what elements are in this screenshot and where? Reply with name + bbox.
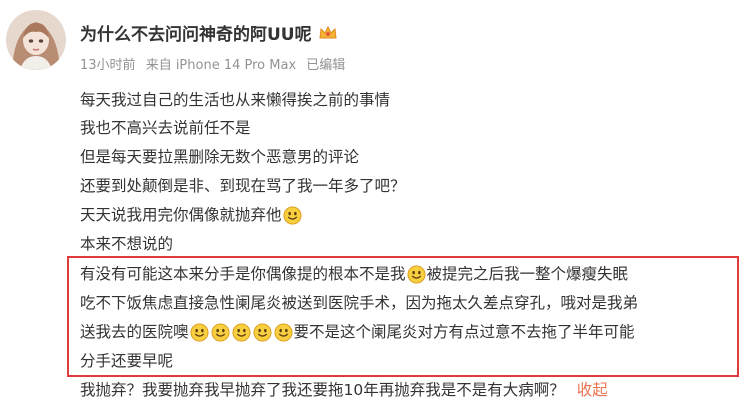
post-meta: 13小时前 来自 iPhone 14 Pro Max 已编辑: [80, 54, 351, 73]
username[interactable]: 为什么不去问问神奇的阿UU呢: [80, 20, 338, 45]
post-source: 来自 iPhone 14 Pro Max: [145, 58, 297, 73]
post-line: 我也不高兴去说前任不是: [80, 115, 251, 141]
post-text: 每天我过自己的生活也从来懒得挨之前的事情: [80, 91, 391, 109]
highlight-box: [67, 256, 739, 377]
avatar[interactable]: [6, 10, 66, 70]
post-text: 但是每天要拉黑删除无数个恶意男的评论: [80, 148, 360, 166]
post-text: 还要到处颠倒是非、到现在骂了我一年多了吧？: [80, 177, 406, 195]
post-text: 我也不高兴去说前任不是: [80, 119, 251, 137]
post-line: 本来不想说的: [80, 231, 173, 257]
post-text: 天天说我用完你偶像就抛弃他: [80, 206, 282, 224]
post-line: 但是每天要拉黑删除无数个恶意男的评论: [80, 144, 359, 170]
post-line: 还要到处颠倒是非、到现在骂了我一年多了吧？: [80, 173, 406, 199]
post-text: 我抛弃？我要抛弃我早抛弃了我还要拖10年再抛弃我是不是有大病啊？: [80, 381, 565, 399]
crown-icon: [318, 24, 338, 42]
post-edited[interactable]: 已编辑: [306, 58, 345, 73]
post-line: 我抛弃？我要抛弃我早抛弃了我还要拖10年再抛弃我是不是有大病啊？ 收起: [80, 377, 608, 403]
collapse-link[interactable]: 收起: [577, 377, 608, 403]
post-text: 本来不想说的: [80, 235, 174, 253]
username-text[interactable]: 为什么不去问问神奇的阿UU呢: [80, 20, 312, 45]
smile-emoji-icon: [282, 205, 302, 225]
post-line: 每天我过自己的生活也从来懒得挨之前的事情: [80, 87, 390, 113]
post-line: 天天说我用完你偶像就抛弃他: [80, 202, 303, 228]
post-time[interactable]: 13小时前: [80, 58, 136, 73]
